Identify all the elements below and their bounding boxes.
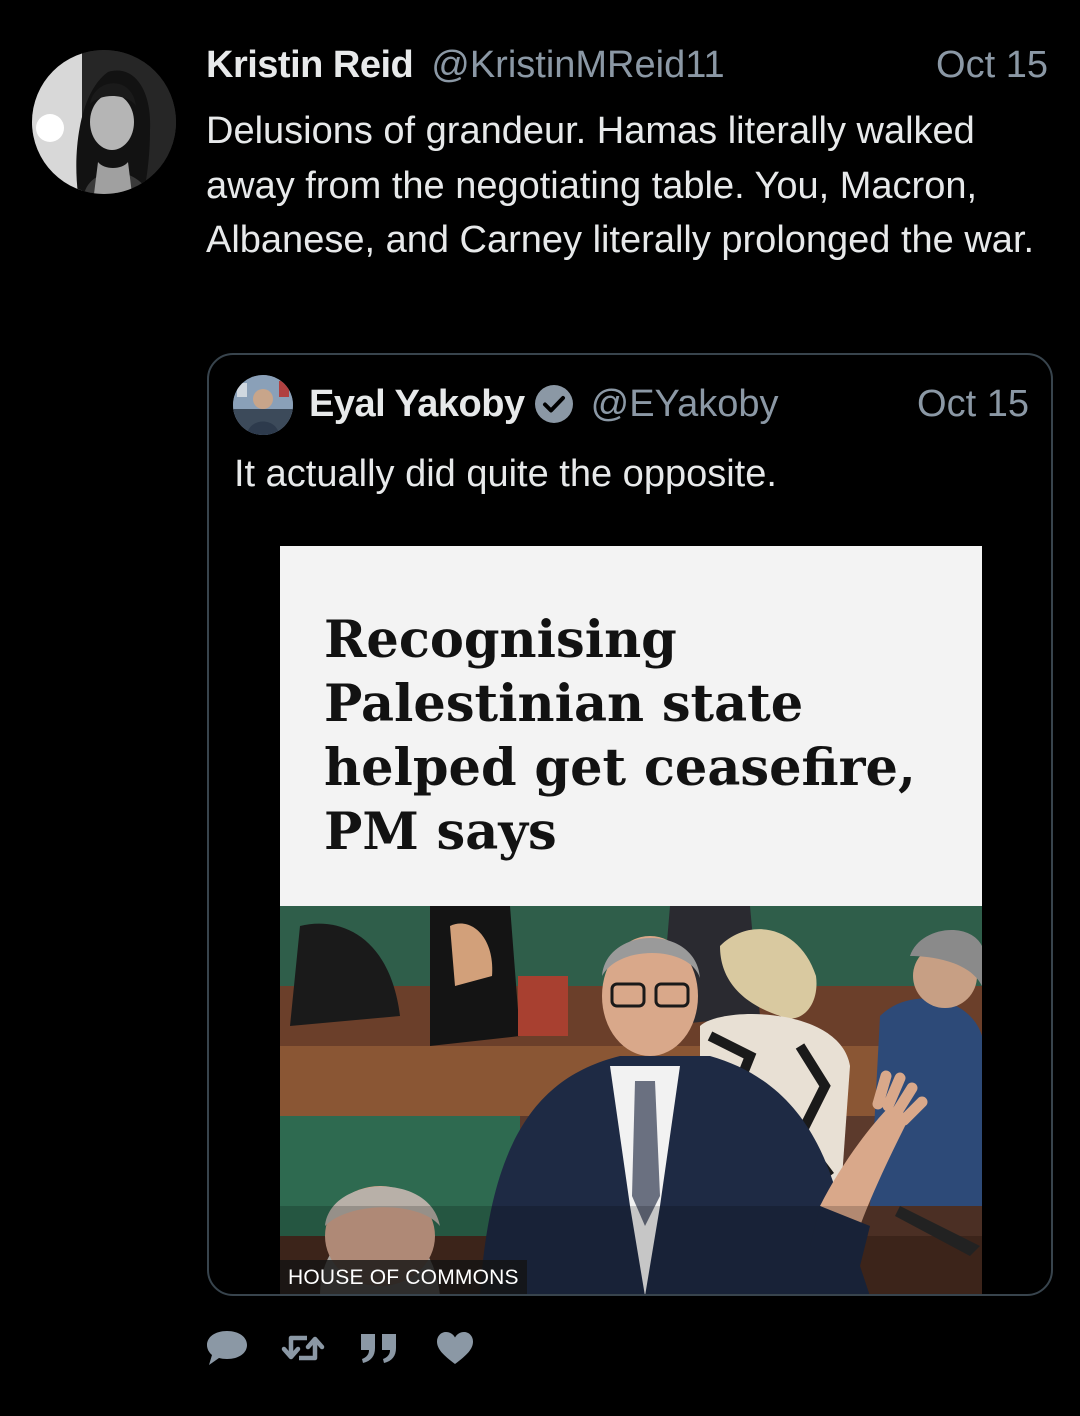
tweet: Kristin Reid @KristinMReid11 Oct 15 Delu… xyxy=(0,0,1080,1416)
tweet-header: Kristin Reid @KristinMReid11 Oct 15 xyxy=(206,44,1048,92)
quoted-tweet-date[interactable]: Oct 15 xyxy=(917,383,1029,426)
retweet-icon xyxy=(281,1328,325,1373)
verified-badge-icon xyxy=(533,383,575,425)
tweet-text: Delusions of grandeur. Hamas literally w… xyxy=(206,110,1035,261)
tweet-date[interactable]: Oct 15 xyxy=(936,44,1048,87)
reply-icon xyxy=(205,1328,249,1373)
quoted-tweet-text: It actually did quite the opposite. xyxy=(234,453,777,495)
quote-button[interactable] xyxy=(356,1327,402,1373)
media-headline: Recognising Palestinian state helped get… xyxy=(324,610,916,862)
author-display-name[interactable]: Kristin Reid xyxy=(206,44,414,87)
quote-icon xyxy=(357,1328,401,1373)
quoted-tweet-media[interactable]: Recognising Palestinian state helped get… xyxy=(280,546,982,1294)
quoted-tweet-header: Eyal Yakoby @EYakoby Oct 15 xyxy=(309,379,1029,429)
like-icon xyxy=(433,1328,477,1373)
quoted-author-display-name[interactable]: Eyal Yakoby xyxy=(309,383,525,426)
author-avatar[interactable] xyxy=(32,50,176,194)
quoted-author-avatar[interactable] xyxy=(233,375,293,435)
like-button[interactable] xyxy=(432,1327,478,1373)
media-photo: HOUSE OF COMMONS xyxy=(280,906,982,1294)
retweet-button[interactable] xyxy=(280,1327,326,1373)
photo-caption: HOUSE OF COMMONS xyxy=(280,1260,527,1294)
reply-button[interactable] xyxy=(204,1327,250,1373)
quoted-author-handle[interactable]: @EYakoby xyxy=(591,383,779,426)
tweet-actions xyxy=(204,1320,508,1380)
author-handle[interactable]: @KristinMReid11 xyxy=(431,44,724,87)
quoted-tweet[interactable]: Eyal Yakoby @EYakoby Oct 15 It actually … xyxy=(207,353,1053,1296)
